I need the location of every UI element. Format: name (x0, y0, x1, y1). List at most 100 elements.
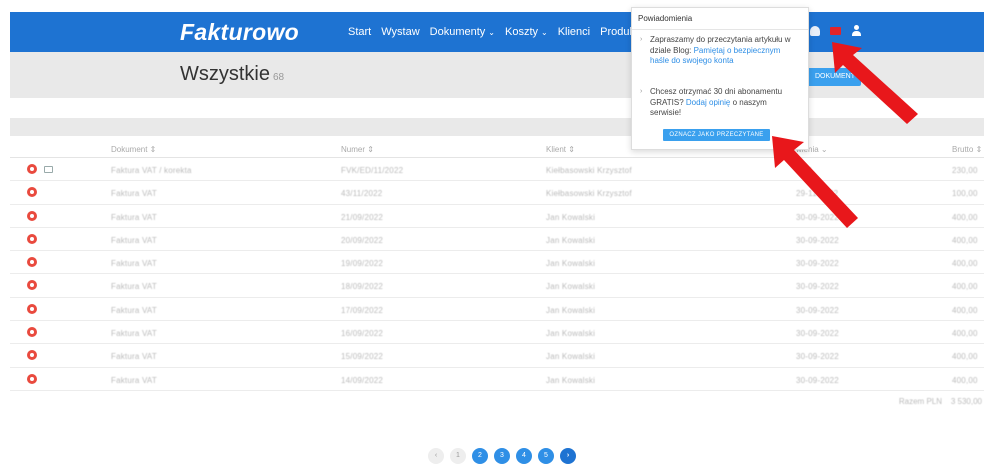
documents-table: Dokument ⇕ Numer ⇕ Klient ⇕ wienia ⌄ Bru… (10, 140, 984, 413)
table-row[interactable]: Faktura VAT 16/09/2022 Jan Kowalski 30-09-2… (10, 321, 984, 345)
gear-icon[interactable] (27, 373, 37, 384)
column-klient[interactable]: Klient ⇕ (546, 145, 575, 154)
pagination: ‹ 1 2 3 4 5 › (428, 448, 576, 464)
cell-brutto: 100,00 (952, 189, 978, 199)
cell-klient: Jan Kowalski (546, 212, 596, 222)
new-document-button[interactable]: DOKUMENT (805, 68, 861, 86)
envelope-icon[interactable] (44, 166, 53, 173)
app-logo[interactable]: Fakturowo (180, 19, 299, 46)
bell-icon[interactable] (810, 25, 820, 36)
notifications-title: Powiadomienia (638, 14, 693, 23)
nav-koszty-label: Koszty (504, 26, 538, 38)
prev-page-button[interactable]: ‹ (428, 448, 444, 464)
cell-brutto: 400,00 (952, 352, 978, 362)
cell-dokument[interactable]: Faktura VAT (111, 282, 157, 291)
table-row[interactable]: Faktura VAT 19/09/2022 Jan Kowalski 30-09-2… (10, 251, 984, 275)
gear-icon[interactable] (27, 233, 37, 244)
table-row[interactable]: Faktura VAT 14/09/2022 Jan Kowalski 30-09-2… (10, 368, 984, 391)
cell-data: 30-09-2022 (796, 375, 839, 385)
table-row[interactable]: Faktura VAT 18/09/2022 Jan Kowalski 30-09-2… (10, 274, 984, 298)
page-title: Wszystkie 68 (180, 63, 284, 86)
cell-dokument[interactable]: Faktura VAT / korekta (111, 166, 192, 175)
nav-klienci[interactable]: Klienci (558, 26, 590, 38)
nav-dokumenty[interactable]: Dokumenty ⌄ (430, 26, 495, 38)
column-numer[interactable]: Numer ⇕ (341, 145, 374, 154)
cell-dokument[interactable]: Faktura VAT (111, 376, 157, 385)
user-icon[interactable] (851, 25, 861, 36)
summary-row: Razem PLN 3 530,00 (10, 391, 984, 413)
cell-dokument[interactable]: Faktura VAT (111, 306, 157, 315)
main-nav: Start Wystaw Dokumenty ⌄ Koszty ⌄ Klienci … (348, 26, 661, 38)
cell-klient: Kiełbasowski Krzysztof (546, 166, 632, 175)
table-row[interactable]: Faktura VAT 17/09/2022 Jan Kowalski 30-09-2… (10, 298, 984, 322)
column-dokument[interactable]: Dokument ⇕ (111, 145, 156, 154)
cell-numer: 14/09/2022 (341, 375, 384, 385)
notification-item-blog[interactable]: › Zapraszamy do przeczytania artykułu w … (640, 35, 800, 67)
cell-numer: 17/09/2022 (341, 305, 384, 315)
filter-bar (10, 118, 984, 136)
cell-numer: 18/09/2022 (341, 282, 384, 292)
nav-start[interactable]: Start (348, 26, 371, 38)
summary-label: Razem PLN (898, 396, 942, 406)
cell-klient: Jan Kowalski (546, 305, 596, 315)
cell-data: 30-09-2022 (796, 259, 839, 269)
gear-icon[interactable] (27, 350, 37, 361)
page-2-button[interactable]: 2 (472, 448, 488, 464)
chevron-right-icon: › (640, 36, 643, 43)
cell-data: 29-1 (796, 166, 813, 175)
cell-data: 30-09-2022 (796, 329, 839, 339)
table-row[interactable]: Faktura VAT 43/11/2022 Kiełbasowski Krzysz… (10, 181, 984, 205)
cell-brutto: 400,00 (952, 375, 978, 385)
cell-data: 30-09-2022 (796, 305, 839, 315)
cell-brutto: 400,00 (952, 305, 978, 315)
table-row[interactable]: Faktura VAT 20/09/2022 Jan Kowalski 30-09-2… (10, 228, 984, 252)
nav-koszty[interactable]: Koszty ⌄ (505, 26, 548, 38)
table-row[interactable]: Faktura VAT 21/09/2022 Jan Kowalski 30-09-2… (10, 205, 984, 228)
cell-dokument[interactable]: Faktura VAT (111, 329, 157, 338)
chevron-down-icon: ⌄ (488, 28, 495, 37)
cell-dokument[interactable]: Faktura VAT (111, 259, 157, 268)
cell-data: 30-09-2022 (796, 235, 839, 245)
cell-numer: 19/09/2022 (341, 259, 384, 269)
mail-icon[interactable] (830, 26, 841, 35)
gear-icon[interactable] (27, 164, 37, 174)
cell-brutto: 230,00 (952, 166, 978, 175)
cell-klient: Jan Kowalski (546, 259, 596, 269)
cell-data: 30-09-2022 (796, 352, 839, 362)
chevron-down-icon: ⌄ (541, 28, 548, 37)
cell-dokument[interactable]: Faktura VAT (111, 352, 157, 361)
gear-icon[interactable] (27, 257, 37, 268)
divider (632, 29, 808, 30)
page-3-button[interactable]: 3 (494, 448, 510, 464)
page-1-button[interactable]: 1 (450, 448, 466, 464)
cell-numer: 15/09/2022 (341, 352, 384, 362)
cell-klient: Jan Kowalski (546, 375, 596, 385)
cell-brutto: 400,00 (952, 259, 978, 269)
notifications-popover: Powiadomienia › Zapraszamy do przeczytan… (631, 7, 809, 150)
page-title-text: Wszystkie (180, 63, 270, 85)
page-4-button[interactable]: 4 (516, 448, 532, 464)
chevron-right-icon: › (640, 88, 643, 95)
next-page-button[interactable]: › (560, 448, 576, 464)
notification-item-promo[interactable]: › Chcesz otrzymać 30 dni abonamentu GRAT… (640, 87, 800, 119)
gear-icon[interactable] (27, 280, 37, 291)
page-5-button[interactable]: 5 (538, 448, 554, 464)
cell-numer: 43/11/2022 (341, 189, 383, 199)
notification-link-review[interactable]: Dodaj opinię (686, 98, 730, 107)
cell-dokument[interactable]: Faktura VAT (111, 236, 157, 245)
gear-icon[interactable] (27, 327, 37, 338)
table-row[interactable]: Faktura VAT 15/09/2022 Jan Kowalski 30-09-2… (10, 344, 984, 368)
cell-numer: FVK/ED/11/2022 (341, 166, 404, 175)
gear-icon[interactable] (27, 187, 37, 198)
cell-dokument[interactable]: Faktura VAT (111, 189, 157, 198)
column-brutto[interactable]: Brutto ⇕ (952, 145, 982, 154)
gear-icon[interactable] (27, 210, 37, 221)
cell-dokument[interactable]: Faktura VAT (111, 213, 157, 222)
table-header: Dokument ⇕ Numer ⇕ Klient ⇕ wienia ⌄ Bru… (10, 140, 984, 158)
table-row[interactable]: Faktura VAT / korekta FVK/ED/11/2022 Kiełb… (10, 158, 984, 182)
mark-as-read-button[interactable]: OZNACZ JAKO PRZECZYTANE (663, 129, 770, 141)
nav-wystaw[interactable]: Wystaw (381, 26, 419, 38)
gear-icon[interactable] (27, 303, 37, 314)
cell-klient: Jan Kowalski (546, 329, 596, 339)
cell-klient: Kiełbasowski Krzysztof (546, 189, 632, 199)
